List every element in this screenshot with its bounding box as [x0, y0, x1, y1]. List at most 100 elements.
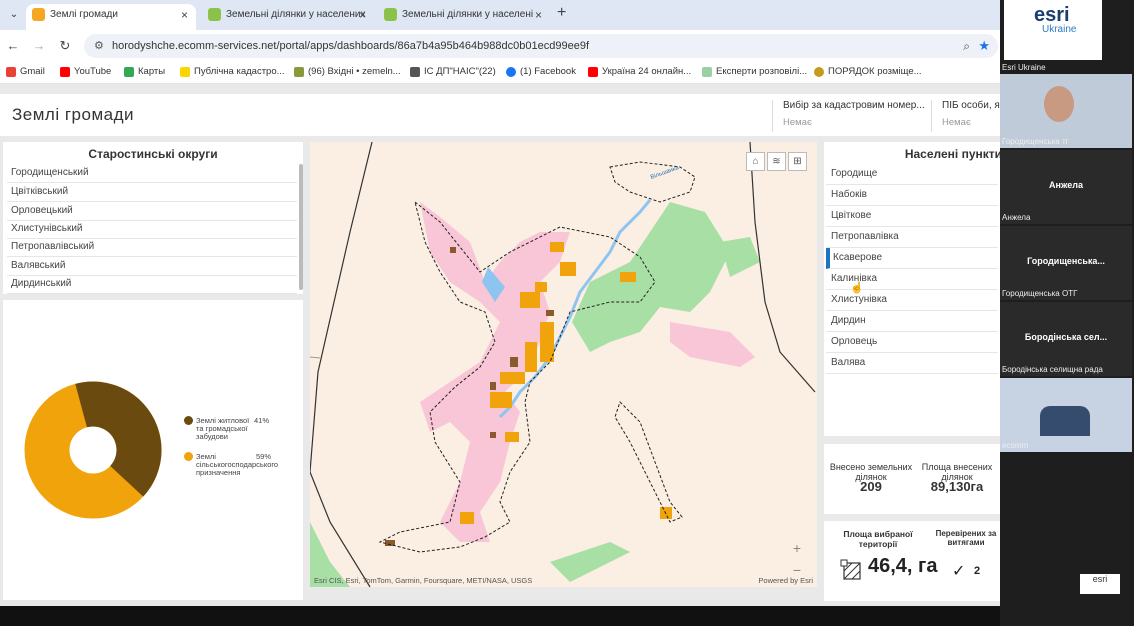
legend-dot-residential: [184, 416, 193, 425]
dashboard-favicon-icon: [208, 8, 221, 21]
parcel[interactable]: [490, 392, 512, 408]
parcel[interactable]: [520, 292, 540, 308]
list-item[interactable]: Цвіткове: [826, 206, 998, 227]
legend-label-agricultural: Землі сільськогосподарського призначення: [196, 452, 279, 477]
bookmark-maps[interactable]: Карты: [124, 66, 165, 77]
bookmark-cadastre[interactable]: Публічна кадастро...: [180, 66, 285, 77]
list-item[interactable]: Петропавлівський: [7, 238, 297, 257]
address-bar: ← → ↻ ⚙ horodyshche.ecomm-services.net/p…: [0, 30, 1000, 62]
parcel[interactable]: [460, 512, 474, 524]
bookmark-poriadok[interactable]: ПОРЯДОК розміще...: [814, 66, 922, 77]
list-item[interactable]: Дирдинський: [7, 275, 297, 294]
mail-icon: [294, 67, 304, 77]
facebook-icon: [506, 67, 516, 77]
basemap-icon[interactable]: ⊞: [788, 152, 807, 171]
kpi-value-area: 46,4, га: [868, 555, 938, 577]
back-button[interactable]: ←: [4, 38, 22, 53]
parcel[interactable]: [550, 242, 564, 252]
cadastral-number-selector[interactable]: Вибір за кадастровим номер... Немає: [772, 100, 930, 132]
parcel[interactable]: [535, 282, 547, 292]
list-item[interactable]: Петропавлівка: [826, 227, 998, 248]
close-tab-icon[interactable]: ×: [359, 4, 366, 26]
tile-caption: Esri Ukraine: [1002, 63, 1046, 72]
parcel[interactable]: [525, 342, 537, 372]
site-info-icon[interactable]: ⚙: [94, 34, 104, 58]
new-tab-button[interactable]: +: [557, 4, 566, 22]
parcel[interactable]: [540, 322, 554, 362]
list-item[interactable]: Валява: [826, 353, 998, 374]
video-tile-esri-ukraine[interactable]: Esri Ukraine: [1000, 60, 1132, 72]
close-tab-icon[interactable]: ×: [181, 4, 188, 26]
bookmark-gmail[interactable]: Gmail: [6, 66, 45, 77]
tab-zemli-hromady[interactable]: Землі громади ×: [26, 4, 196, 30]
tile-caption: ecomm: [1002, 441, 1029, 450]
bookmark-facebook[interactable]: (1) Facebook: [506, 66, 576, 77]
list-item[interactable]: Дирдин: [826, 311, 998, 332]
tab-search-icon[interactable]: ⌄: [6, 7, 22, 23]
list-scrollbar[interactable]: [299, 164, 303, 290]
tab-zemelni-dilianky-1[interactable]: Земельні ділянки у населених ×: [202, 4, 374, 30]
list-item[interactable]: Цвітківський: [7, 183, 297, 202]
dashboard-favicon-icon: [32, 8, 45, 21]
list-item-selected[interactable]: Ксаверове: [826, 248, 998, 269]
list-item[interactable]: Орловець: [826, 332, 998, 353]
selector-label: ПІБ особи, як: [942, 100, 1000, 111]
bookmark-experts[interactable]: Експерти розповілі...: [702, 66, 807, 77]
video-tile-horodyshchenska-otg[interactable]: Городищенська... Городищенська ОТГ: [1000, 226, 1132, 300]
kpi-label: Перевірених за витягами: [935, 529, 997, 547]
bookmarks-bar: Gmail YouTube Карты Публічна кадастро...…: [0, 62, 1000, 84]
home-icon[interactable]: ⌂: [746, 152, 765, 171]
bookmark-label: (1) Facebook: [520, 66, 576, 77]
video-tile-borodinska[interactable]: Бородінська сел... Бородінська селищна р…: [1000, 302, 1132, 376]
tab-zemelni-dilianky-2[interactable]: Земельні ділянки у населені ×: [378, 4, 550, 30]
bookmark-youtube[interactable]: YouTube: [60, 66, 111, 77]
video-tile-ecomm[interactable]: ecomm: [1000, 378, 1132, 452]
gmail-icon: [6, 67, 16, 77]
tile-name: Бородінська сел...: [1024, 332, 1108, 342]
list-item[interactable]: Городищенський: [7, 164, 297, 183]
news-icon: [702, 67, 712, 77]
list-item[interactable]: Орловецький: [7, 202, 297, 221]
zoom-in-button[interactable]: +: [786, 538, 808, 558]
close-tab-icon[interactable]: ×: [535, 4, 542, 26]
bookmark-ukraine24[interactable]: Україна 24 онлайн...: [588, 66, 691, 77]
list-item[interactable]: Хлистунівський: [7, 220, 297, 239]
powered-by-esri[interactable]: Powered by Esri: [758, 576, 813, 585]
url-field[interactable]: ⚙ horodyshche.ecomm-services.net/portal/…: [84, 34, 998, 58]
panel-title: Старостинські округи: [88, 147, 218, 161]
selector-value: Немає: [942, 117, 971, 128]
participant-avatar: [1044, 86, 1074, 122]
tile-name: Городищенська...: [1027, 256, 1105, 266]
parcel[interactable]: [560, 262, 576, 276]
parcel[interactable]: [505, 432, 519, 442]
parcel[interactable]: [510, 357, 518, 367]
starosta-districts-panel: Старостинські округи Городищенський Цвіт…: [3, 142, 303, 294]
zoom-icon[interactable]: ⌕: [963, 34, 970, 58]
parcel[interactable]: [490, 432, 496, 438]
map-view[interactable]: Вільшанка ⌂ ≋ ⊞ + − Esri CIS, Esri, TomT…: [310, 142, 817, 587]
list-item[interactable]: Городище: [826, 164, 998, 185]
bookmark-inbox[interactable]: (96) Вхідні • zemeln...: [294, 66, 401, 77]
reload-button[interactable]: ↻: [56, 38, 74, 54]
tile-name: Анжела: [1049, 180, 1083, 190]
tile-caption: Городищенська тг: [1002, 137, 1069, 146]
forward-button[interactable]: →: [30, 38, 48, 53]
person-name-selector[interactable]: ПІБ особи, як Немає: [931, 100, 1000, 132]
video-tile-anzhela[interactable]: Анжела Анжела: [1000, 150, 1132, 224]
cadastre-icon: [180, 67, 190, 77]
map-canvas[interactable]: [310, 142, 817, 587]
video-tile-horodyshchenska-tg[interactable]: Городищенська тг: [1000, 74, 1132, 148]
list-item[interactable]: Валявський: [7, 257, 297, 276]
parcel[interactable]: [546, 310, 554, 316]
list-item[interactable]: Набоків: [826, 185, 998, 206]
region-boundary: [310, 142, 373, 587]
parcel[interactable]: [620, 272, 636, 282]
youtube-icon: [588, 67, 598, 77]
parcel[interactable]: [500, 372, 525, 384]
parcel[interactable]: [490, 382, 496, 390]
bookmark-star-icon[interactable]: ★: [978, 34, 990, 58]
bookmark-nais[interactable]: ІС ДП"НАІС"(22): [410, 66, 496, 77]
layers-icon[interactable]: ≋: [767, 152, 786, 171]
parcel[interactable]: [450, 247, 456, 253]
tile-caption: Анжела: [1002, 213, 1031, 222]
